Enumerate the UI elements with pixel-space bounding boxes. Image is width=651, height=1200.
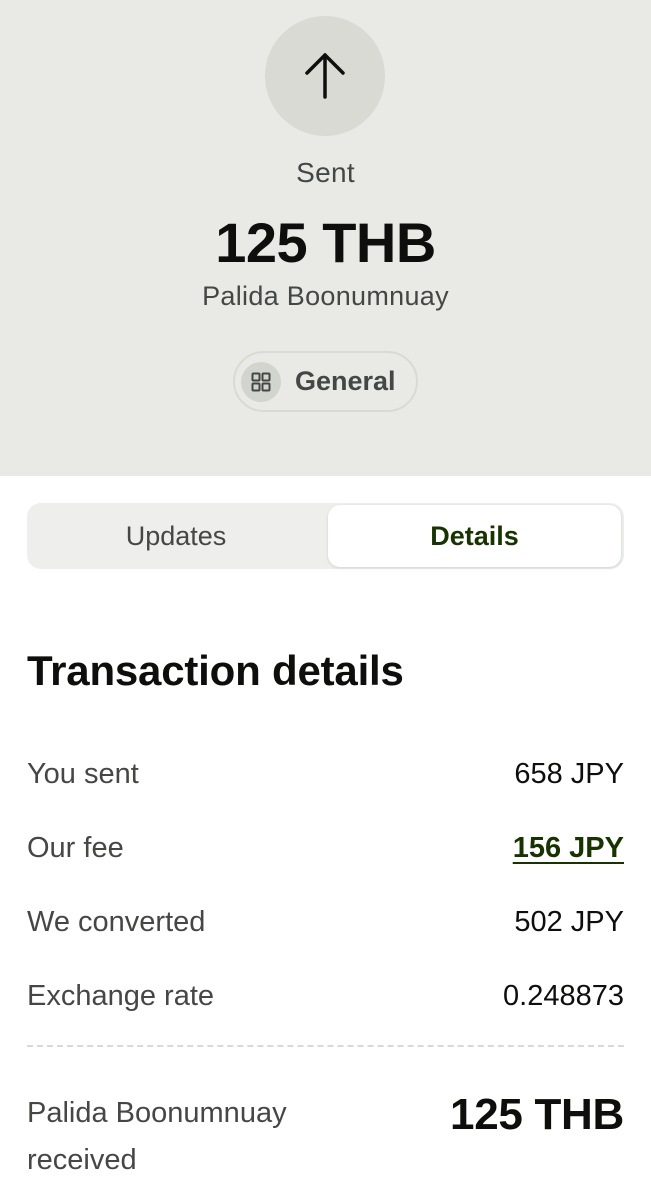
- tab-updates[interactable]: Updates: [27, 503, 325, 569]
- row-value: 0.248873: [503, 979, 624, 1012]
- received-label: Palida Boonumnuay received: [27, 1097, 287, 1176]
- arrow-up-icon: [265, 16, 385, 136]
- category-button[interactable]: General: [233, 351, 418, 412]
- transaction-header: Sent 125 THB Palida Boonumnuay General: [0, 0, 651, 476]
- category-label: General: [295, 366, 396, 396]
- fee-link[interactable]: 156 JPY: [513, 832, 624, 865]
- tab-bar: Updates Details: [27, 503, 624, 569]
- row-label: You sent: [27, 757, 139, 790]
- row-label: Exchange rate: [27, 979, 215, 1012]
- transaction-amount: 125 THB: [215, 211, 436, 274]
- section-title: Transaction details: [27, 647, 404, 694]
- detail-row-our-fee: Our fee 156 JPY: [27, 828, 624, 868]
- detail-row-you-sent: You sent 658 JPY: [27, 754, 624, 794]
- row-value: 658 JPY: [514, 757, 624, 790]
- transaction-status: Sent: [296, 157, 355, 188]
- grid-icon: [241, 361, 281, 402]
- row-value: 502 JPY: [514, 905, 624, 938]
- received-amount: 125 THB: [450, 1090, 624, 1139]
- dashed-divider: [27, 1045, 624, 1047]
- row-label: We converted: [27, 905, 206, 938]
- detail-row-exchange-rate: Exchange rate 0.248873: [27, 976, 624, 1016]
- detail-row-we-converted: We converted 502 JPY: [27, 902, 624, 942]
- recipient-name: Palida Boonumnuay: [202, 281, 449, 311]
- row-label: Our fee: [27, 831, 124, 864]
- tab-details[interactable]: Details: [328, 505, 621, 567]
